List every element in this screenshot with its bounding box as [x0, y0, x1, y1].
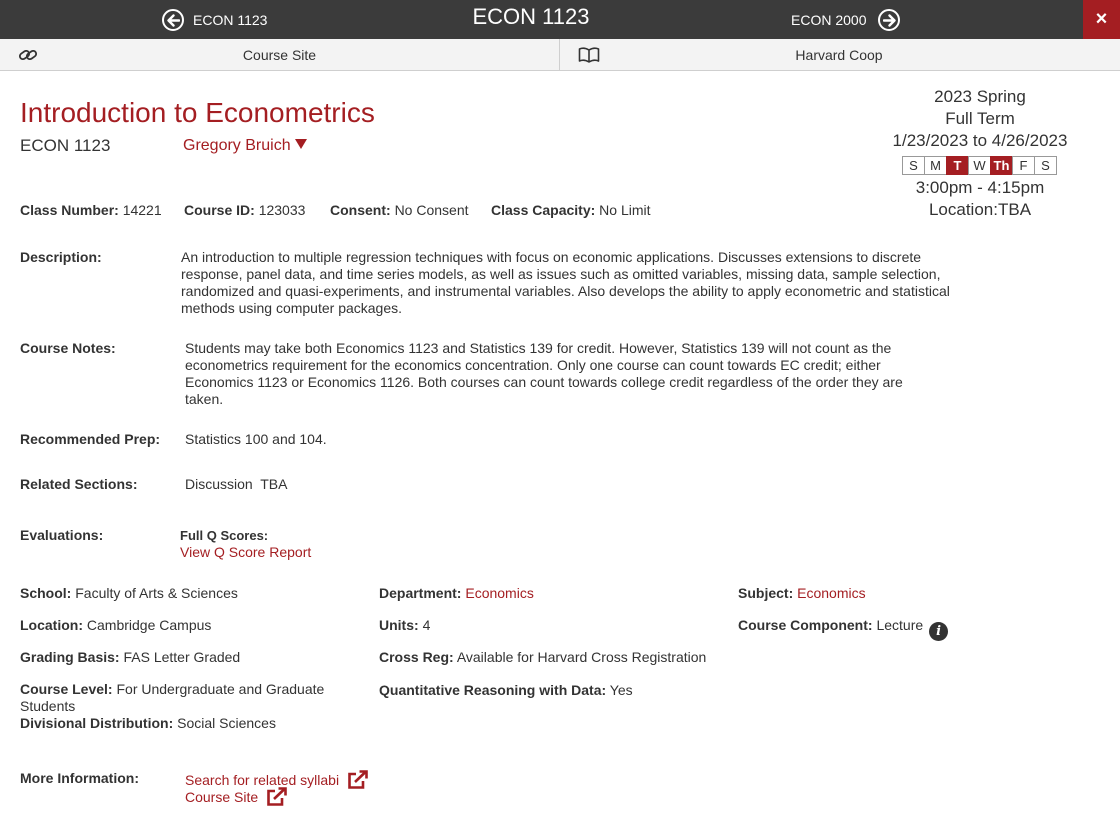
- divisional-distribution-label: Divisional Distribution:: [20, 715, 174, 731]
- description-text: An introduction to multiple regression t…: [181, 249, 950, 316]
- day-sunday: S: [902, 156, 925, 175]
- day-friday: F: [1012, 156, 1035, 175]
- q-score-report-link[interactable]: View Q Score Report: [180, 544, 311, 561]
- meeting-time: 3:00pm - 4:15pm: [915, 178, 1045, 197]
- related-sections-text: Discussion TBA: [185, 476, 288, 492]
- external-link-icon[interactable]: [347, 770, 369, 794]
- course-id: Course ID: 123033: [184, 202, 305, 218]
- course-component-value: Lecture: [876, 617, 924, 633]
- department-link[interactable]: Economics: [465, 585, 533, 601]
- divisional-distribution: Divisional Distribution: Social Sciences: [20, 715, 276, 731]
- recommended-prep-label: Recommended Prep:: [20, 431, 161, 447]
- subject: Subject: Economics: [738, 585, 866, 601]
- instructor-name: Gregory Bruich: [183, 137, 291, 154]
- department-label: Department:: [379, 585, 462, 601]
- subject-label: Subject:: [738, 585, 794, 601]
- location-label: Location:: [20, 617, 83, 633]
- next-course-label: ECON 2000: [791, 12, 867, 28]
- course-level: Course Level: For Undergraduate and Grad…: [20, 681, 350, 715]
- caret-down-icon: [294, 139, 307, 149]
- day-saturday: S: [1034, 156, 1057, 175]
- course-site-tab[interactable]: Course Site: [0, 39, 559, 71]
- session: Full Term: [945, 109, 1015, 128]
- book-icon: [578, 47, 600, 66]
- cross-reg-label: Cross Reg:: [379, 649, 454, 665]
- school: School: Faculty of Arts & Sciences: [20, 585, 238, 601]
- school-label: School:: [20, 585, 72, 601]
- description-label: Description:: [20, 249, 102, 265]
- units-label: Units:: [379, 617, 419, 633]
- location-value: Cambridge Campus: [86, 617, 212, 633]
- related-sections-label: Related Sections:: [20, 476, 138, 492]
- day-thursday: Th: [990, 156, 1013, 175]
- units-value: 4: [422, 617, 431, 633]
- course-site-link[interactable]: Course Site: [185, 789, 258, 805]
- course-component: Course Component: Lecture i: [738, 617, 949, 641]
- cross-reg: Cross Reg: Available for Harvard Cross R…: [379, 649, 706, 665]
- external-link-icon[interactable]: [266, 787, 288, 811]
- consent-value: No Consent: [394, 202, 469, 218]
- course-notes-text: Students may take both Economics 1123 an…: [185, 340, 903, 407]
- arrow-right-icon: [878, 9, 901, 31]
- link-icon: [18, 47, 38, 66]
- next-course-button[interactable]: ECON 2000: [791, 9, 901, 31]
- course-notes-label: Course Notes:: [20, 340, 116, 356]
- consent: Consent: No Consent: [330, 202, 469, 218]
- term: 2023 Spring: [934, 87, 1026, 106]
- units: Units: 4: [379, 617, 430, 633]
- class-capacity: Class Capacity: No Limit: [491, 202, 651, 218]
- quantitative-reasoning: Quantitative Reasoning with Data: Yes: [379, 682, 633, 698]
- day-tuesday: T: [946, 156, 969, 175]
- day-wednesday: W: [968, 156, 991, 175]
- course-level-label: Course Level:: [20, 681, 113, 697]
- quantitative-reasoning-label: Quantitative Reasoning with Data:: [379, 682, 607, 698]
- consent-label: Consent:: [330, 202, 391, 218]
- grading-basis-label: Grading Basis:: [20, 649, 120, 665]
- close-icon: ×: [1095, 8, 1108, 30]
- schedule-panel: 2023 Spring Full Term 1/23/2023 to 4/26/…: [860, 86, 1100, 221]
- date-range: 1/23/2023 to 4/26/2023: [892, 131, 1068, 150]
- course-site-tab-label: Course Site: [242, 47, 317, 63]
- syllabi-link[interactable]: Search for related syllabi: [185, 772, 339, 788]
- course-title: Introduction to Econometrics: [20, 97, 375, 128]
- evaluations-label: Evaluations:: [20, 527, 104, 543]
- school-value: Faculty of Arts & Sciences: [75, 585, 238, 601]
- meeting-location: Location:TBA: [928, 200, 1032, 219]
- recommended-prep-text: Statistics 100 and 104.: [185, 431, 327, 447]
- close-button[interactable]: ×: [1083, 0, 1120, 39]
- page-title: ECON 1123: [472, 4, 590, 29]
- course-id-label: Course ID:: [184, 202, 255, 218]
- info-icon[interactable]: i: [929, 622, 949, 641]
- meeting-days: S M T W Th F S: [860, 156, 1100, 175]
- course-component-label: Course Component:: [738, 617, 873, 633]
- divisional-distribution-value: Social Sciences: [177, 715, 276, 731]
- harvard-coop-tab-label: Harvard Coop: [795, 47, 883, 63]
- q-scores-label: Full Q Scores:: [180, 528, 269, 543]
- subject-link[interactable]: Economics: [797, 585, 865, 601]
- class-number-label: Class Number:: [20, 202, 119, 218]
- class-capacity-label: Class Capacity:: [491, 202, 596, 218]
- cross-reg-value: Available for Harvard Cross Registration: [456, 649, 707, 665]
- course-site-link-row: Course Site: [185, 787, 288, 811]
- course-code: ECON 1123: [20, 136, 111, 155]
- day-monday: M: [924, 156, 947, 175]
- class-capacity-value: No Limit: [599, 202, 651, 218]
- harvard-coop-tab[interactable]: Harvard Coop: [559, 39, 1118, 71]
- top-nav-bar: ECON 1123 ECON 1123 ECON 2000 ×: [0, 0, 1120, 39]
- more-info-label: More Information:: [20, 770, 139, 786]
- grading-basis-value: FAS Letter Graded: [123, 649, 241, 665]
- instructor-dropdown[interactable]: Gregory Bruich: [183, 137, 307, 155]
- department: Department: Economics: [379, 585, 534, 601]
- class-number: Class Number: 14221: [20, 202, 162, 218]
- course-id-value: 123033: [258, 202, 306, 218]
- links-bar: Course Site Harvard Coop: [0, 39, 1120, 71]
- quantitative-reasoning-value: Yes: [609, 682, 633, 698]
- grading-basis: Grading Basis: FAS Letter Graded: [20, 649, 240, 665]
- class-number-value: 14221: [122, 202, 162, 218]
- location: Location: Cambridge Campus: [20, 617, 211, 633]
